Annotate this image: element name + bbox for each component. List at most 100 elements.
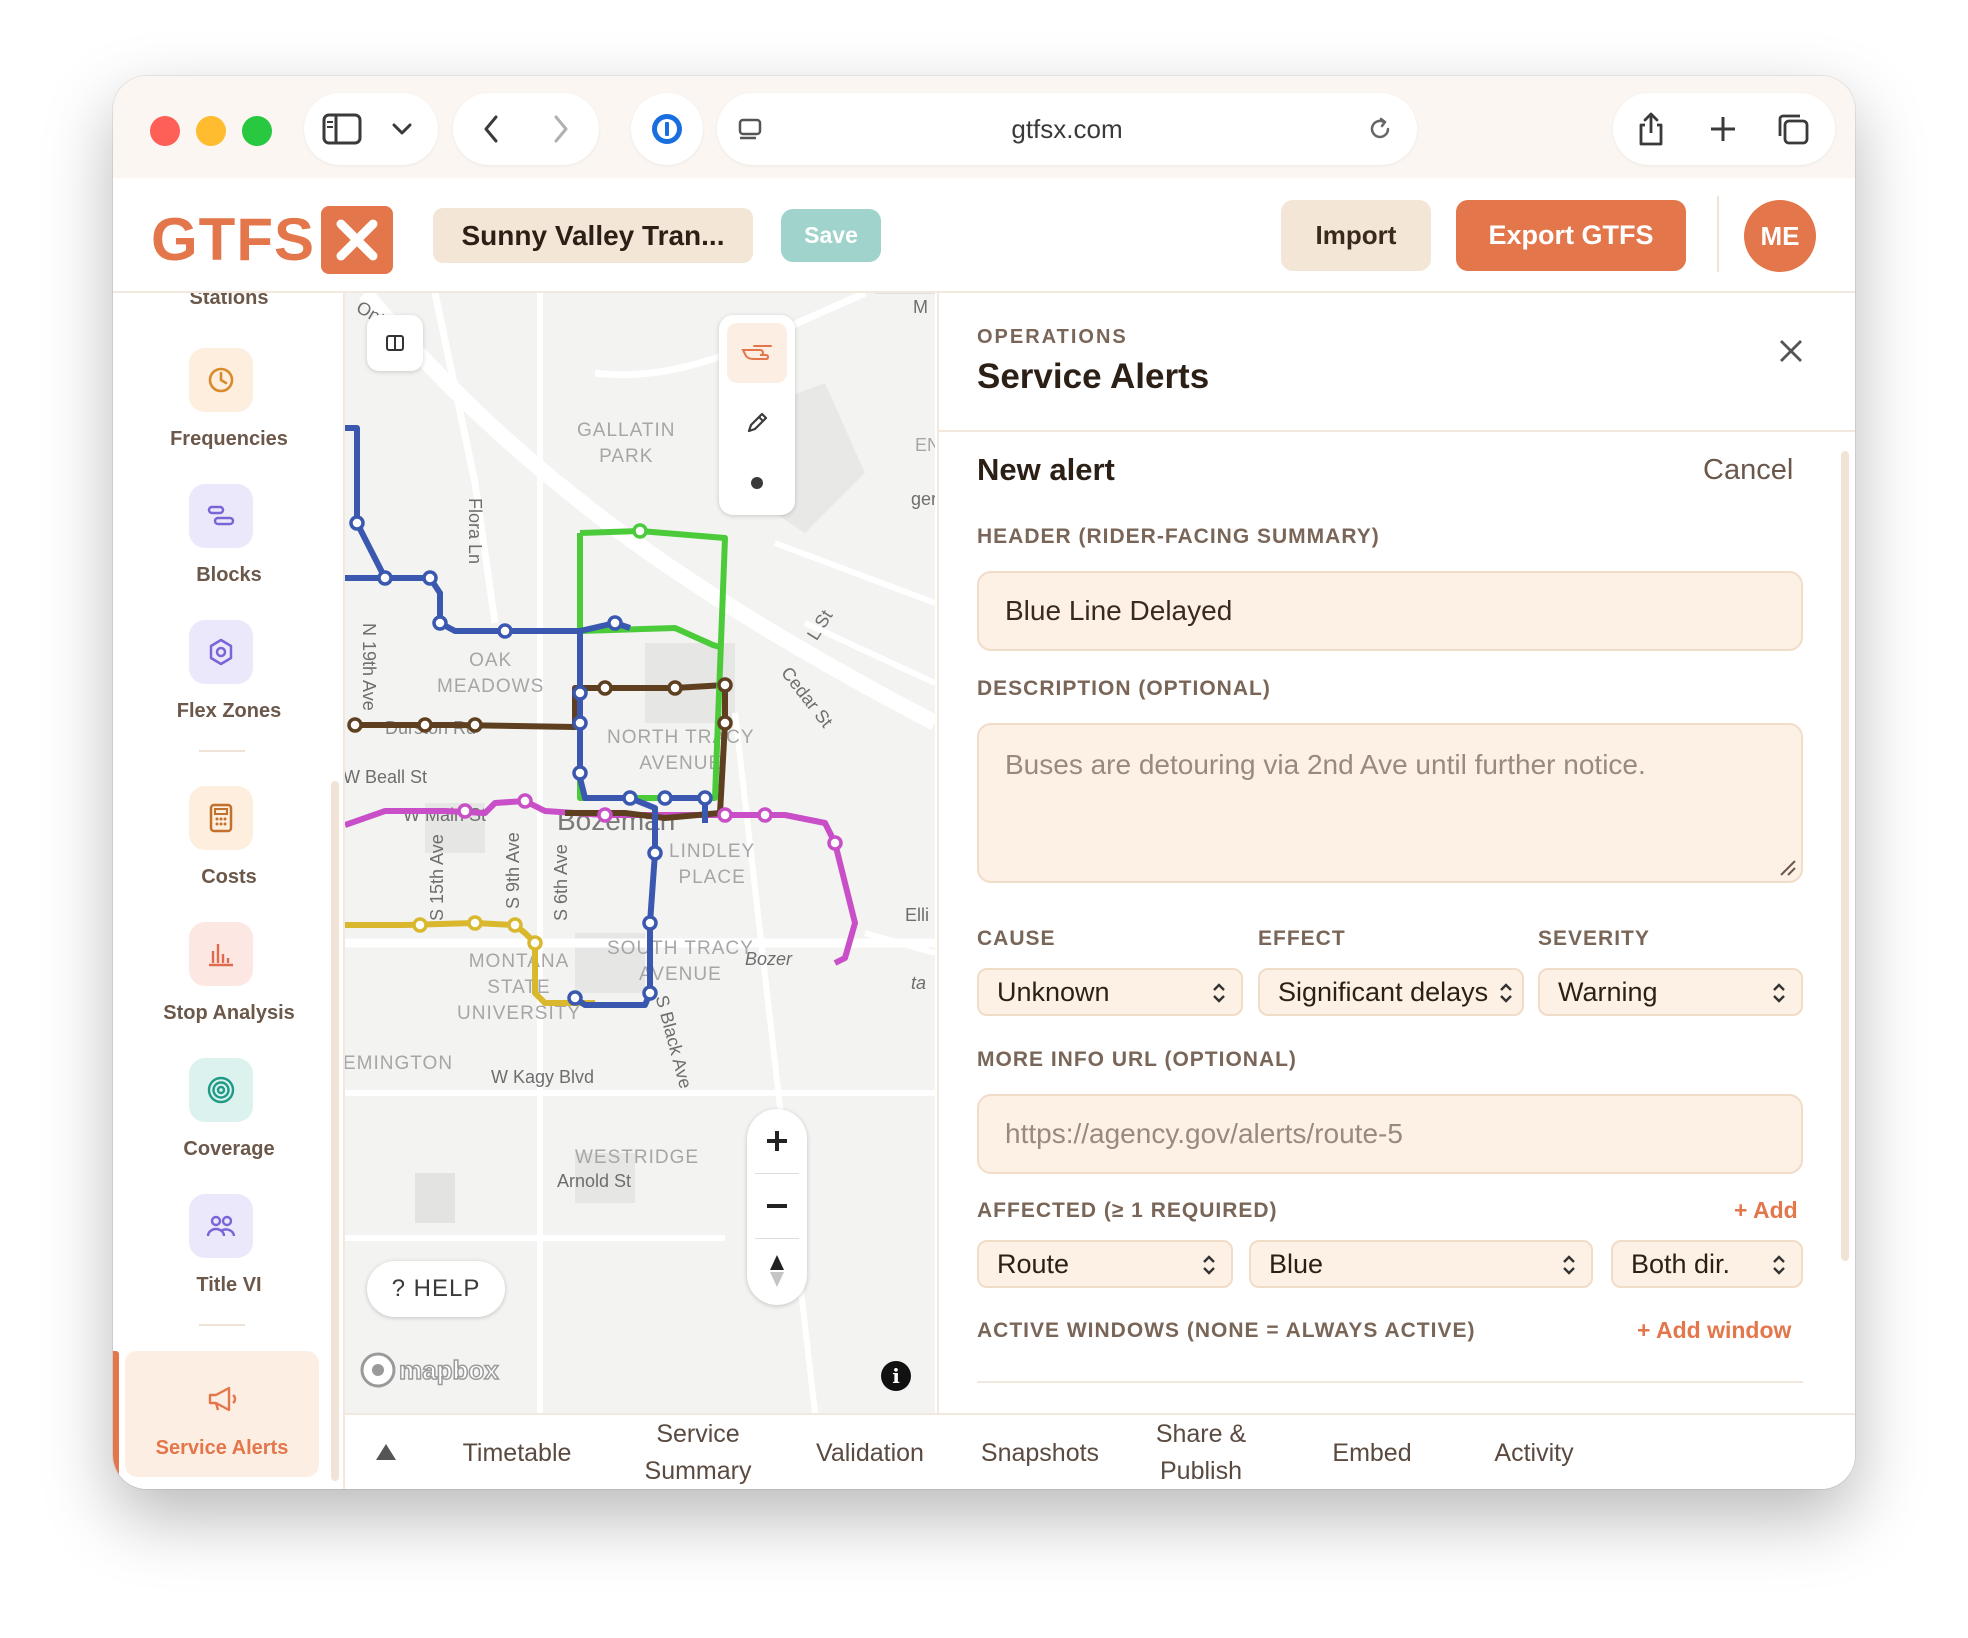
effect-select[interactable]: Significant delays xyxy=(1258,968,1524,1016)
history-nav-group xyxy=(453,93,599,165)
point-tool-button[interactable] xyxy=(727,463,787,503)
chevron-up-down-icon xyxy=(1771,1252,1787,1285)
tab-snapshots[interactable]: Snapshots xyxy=(955,1415,1125,1489)
url-field-label: MORE INFO URL (OPTIONAL) xyxy=(977,1048,1297,1071)
severity-value: Warning xyxy=(1558,976,1658,1007)
password-manager-button[interactable] xyxy=(631,93,703,165)
compass-button[interactable] xyxy=(747,1239,807,1303)
resize-handle-icon[interactable] xyxy=(1777,857,1797,877)
sidebar-item-title-vi[interactable]: Title VI xyxy=(113,1194,343,1304)
close-icon[interactable] xyxy=(1773,333,1809,369)
chevron-up-down-icon xyxy=(1211,980,1227,1013)
pan-tool-button[interactable] xyxy=(727,323,787,383)
layer-toggle-button[interactable] xyxy=(367,315,423,371)
chevron-up-down-icon xyxy=(1771,980,1787,1013)
route-map[interactable]: GALLATIN PARK OAK MEADOWS NORTH TRACY AVENU… xyxy=(345,293,935,1413)
pointing-hand-icon xyxy=(741,345,772,360)
sidebar-item-label: Costs xyxy=(201,866,257,888)
sidebar-item-label: Service Alerts xyxy=(155,1437,289,1459)
reload-icon[interactable] xyxy=(1365,114,1395,144)
add-window-button[interactable]: + Add window xyxy=(1637,1317,1791,1344)
route-line-yellow[interactable] xyxy=(345,920,595,1006)
compass-icon xyxy=(770,1255,784,1287)
sidebar-item-label: Frequencies xyxy=(170,428,288,450)
route-line-blue[interactable] xyxy=(345,425,388,581)
sidebar-item-label: Stop Analysis xyxy=(163,1002,295,1024)
add-affected-button[interactable]: + Add xyxy=(1734,1197,1798,1224)
map-info-button[interactable]: i xyxy=(881,1361,911,1391)
zoom-window-button[interactable] xyxy=(242,116,272,146)
tab-service-summary[interactable]: Service Summary xyxy=(613,1415,783,1489)
cause-select[interactable]: Unknown xyxy=(977,968,1243,1016)
point-icon xyxy=(751,477,763,489)
severity-select[interactable]: Warning xyxy=(1538,968,1803,1016)
form-divider xyxy=(977,1381,1803,1383)
panel-scrollbar[interactable] xyxy=(1841,451,1849,1261)
share-icon[interactable] xyxy=(1631,109,1671,149)
sidebar-item-flex-zones[interactable]: Flex Zones xyxy=(113,620,343,730)
help-button[interactable]: ? HELP xyxy=(367,1261,505,1317)
cancel-button[interactable]: Cancel xyxy=(1703,454,1793,487)
tab-embed[interactable]: Embed xyxy=(1297,1415,1447,1489)
tab-share-publish[interactable]: Share & Publish xyxy=(1131,1415,1271,1489)
tab-timetable[interactable]: Timetable xyxy=(417,1415,617,1489)
chevron-up-down-icon xyxy=(1561,1252,1577,1285)
sidebar-item-label: Flex Zones xyxy=(176,700,282,722)
draw-tool-button[interactable] xyxy=(727,403,787,443)
zoom-in-button[interactable] xyxy=(747,1109,807,1173)
gtfsx-logo[interactable]: GTFS xyxy=(151,206,393,274)
description-field-label: DESCRIPTION (OPTIONAL) xyxy=(977,677,1271,700)
export-gtfs-button[interactable]: Export GTFS xyxy=(1456,200,1686,271)
expand-up-icon[interactable] xyxy=(371,1437,401,1467)
close-window-button[interactable] xyxy=(150,116,180,146)
affected-direction-select[interactable]: Both dir. xyxy=(1611,1240,1803,1288)
megaphone-icon xyxy=(190,1379,254,1419)
address-bar[interactable]: gtfsx.com xyxy=(717,93,1417,165)
affected-type-select[interactable]: Route xyxy=(977,1240,1233,1288)
sidebar-icon[interactable] xyxy=(322,111,362,147)
sidebar-item-stations[interactable]: Stations xyxy=(113,293,343,317)
minimize-window-button[interactable] xyxy=(196,116,226,146)
severity-label: SEVERITY xyxy=(1538,927,1650,950)
zoom-out-button[interactable] xyxy=(747,1174,807,1238)
affected-route-select[interactable]: Blue xyxy=(1249,1240,1593,1288)
sidebar-item-coverage[interactable]: Coverage xyxy=(113,1058,343,1168)
import-button[interactable]: Import xyxy=(1281,200,1431,271)
mapbox-attribution: mapbox xyxy=(398,1354,499,1386)
new-tab-icon[interactable] xyxy=(1703,109,1743,149)
zoom-controls xyxy=(747,1109,807,1305)
user-avatar[interactable]: ME xyxy=(1744,200,1816,272)
sidebar-toggle-group xyxy=(304,93,438,165)
back-icon[interactable] xyxy=(471,111,511,147)
chevron-up-down-icon xyxy=(1201,1252,1217,1285)
chevron-up-down-icon xyxy=(1492,980,1514,1013)
sidebar: Stations Frequencies Blocks Flex Zones C… xyxy=(113,293,345,1489)
more-info-url-input[interactable]: https://agency.gov/alerts/route-5 xyxy=(977,1094,1803,1174)
pencil-icon xyxy=(747,412,768,433)
route-line-green[interactable] xyxy=(577,528,728,801)
cause-value: Unknown xyxy=(997,976,1110,1007)
panel-header-divider xyxy=(937,430,1855,432)
sidebar-item-frequencies[interactable]: Frequencies xyxy=(113,348,343,458)
sidebar-item-label: Stations xyxy=(189,293,269,309)
sidebar-item-stop-analysis[interactable]: Stop Analysis xyxy=(113,922,343,1032)
sidebar-item-label: Coverage xyxy=(183,1138,275,1160)
header-input[interactable]: Blue Line Delayed xyxy=(977,571,1803,651)
sidebar-item-blocks[interactable]: Blocks xyxy=(113,484,343,594)
tab-validation[interactable]: Validation xyxy=(785,1415,955,1489)
hexagon-icon xyxy=(189,620,253,684)
sidebar-item-label: Title VI xyxy=(196,1274,262,1296)
project-name-button[interactable]: Sunny Valley Tran... xyxy=(433,208,753,263)
route-line-magenta[interactable] xyxy=(345,798,858,966)
url-text: gtfsx.com xyxy=(1011,113,1123,144)
save-button[interactable]: Save xyxy=(781,209,881,262)
tab-activity[interactable]: Activity xyxy=(1459,1415,1609,1489)
description-textarea[interactable]: Buses are detouring via 2nd Ave until fu… xyxy=(977,723,1803,883)
forward-icon[interactable] xyxy=(541,111,581,147)
tab-overview-icon[interactable] xyxy=(1773,109,1813,149)
sidebar-item-costs[interactable]: Costs xyxy=(113,786,343,896)
chevron-down-icon[interactable] xyxy=(388,115,416,143)
panel-section-label: OPERATIONS xyxy=(977,326,1128,348)
sidebar-item-service-alerts[interactable]: Service Alerts xyxy=(125,1351,319,1477)
mapbox-icon xyxy=(360,1352,396,1388)
